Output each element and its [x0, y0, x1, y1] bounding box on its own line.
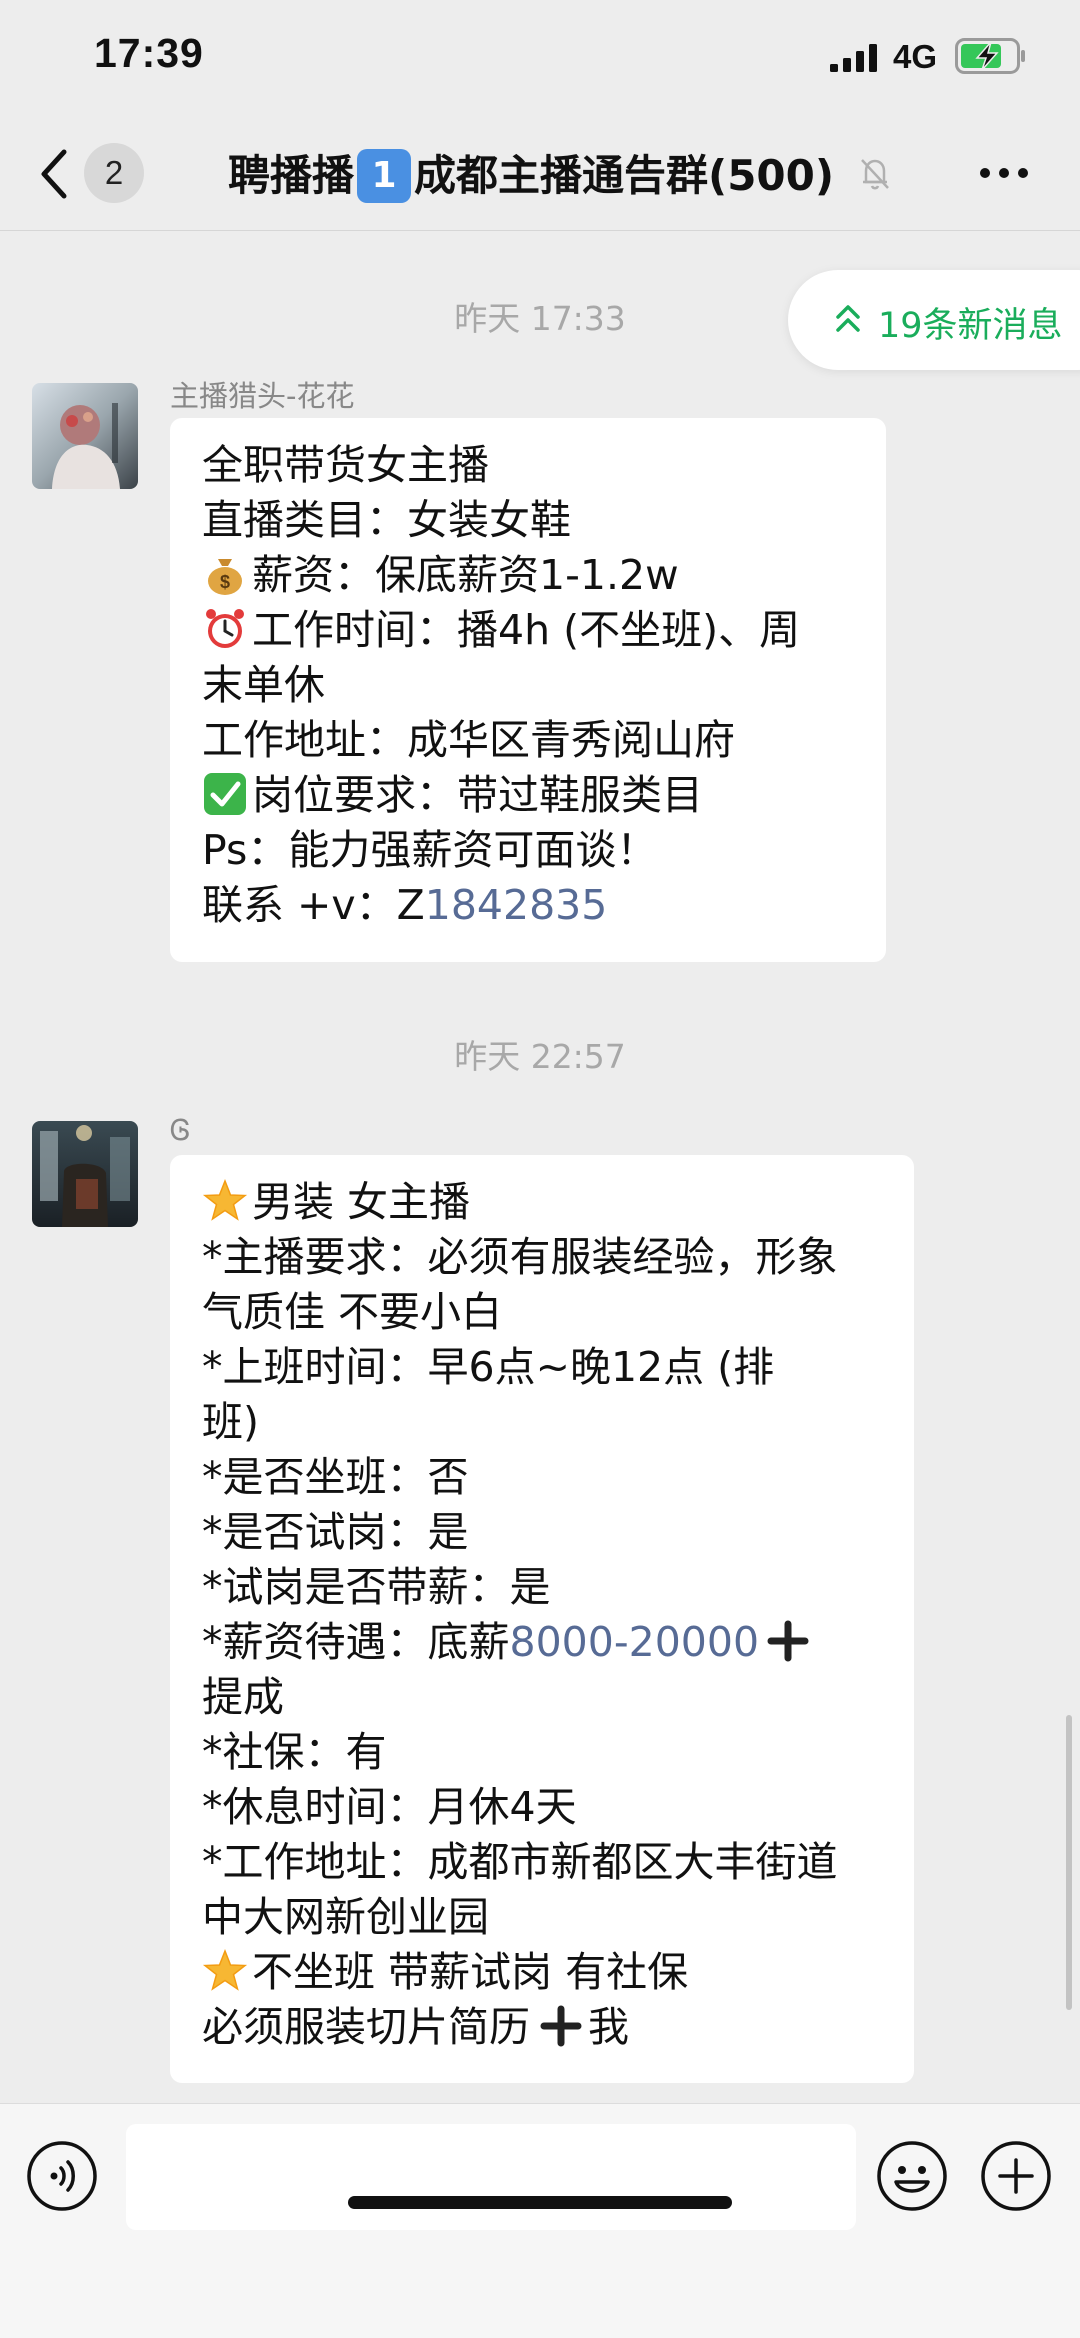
keycap-number-icon: 1 — [357, 148, 412, 203]
message-line: *休息时间：月休4天 — [202, 1783, 577, 1831]
network-type: 4G — [893, 38, 938, 75]
message-line: 中大网新创业园 — [202, 1893, 489, 1941]
timestamp-divider: 昨天 22:57 — [454, 1037, 626, 1076]
status-time: 17:39 — [94, 30, 204, 76]
message-line: 提成 — [202, 1673, 284, 1721]
message-line-suffix: 我 — [588, 2003, 629, 2051]
message-line: 必须服装切片简历 我 — [202, 2000, 882, 2055]
message-line: *试岗是否带薪：是 — [202, 1563, 551, 1611]
message-line-text: 工作时间：播4h (不坐班)、周 — [252, 606, 801, 654]
more-horizontal-icon[interactable] — [978, 166, 1030, 180]
message-line-text: 必须服装切片简历 — [202, 2003, 530, 2051]
message-line-text: 不坐班 带薪试岗 有社保 — [252, 1948, 689, 1996]
message-line: *主播要求：必须有服装经验，形象 — [202, 1233, 838, 1281]
scrollbar[interactable] — [1066, 1715, 1072, 2010]
star-icon — [202, 1178, 248, 1221]
message-line: *社保：有 — [202, 1728, 387, 1776]
message-line: 岗位要求：带过鞋服类目 — [202, 768, 854, 823]
plus-circle-icon[interactable] — [980, 2140, 1052, 2212]
message-line: *是否试岗：是 — [202, 1508, 469, 1556]
message-line: *薪资待遇：底薪8000-20000 — [202, 1615, 882, 1670]
message-bubble[interactable]: 全职带货女主播 直播类目：女装女鞋 $ 薪资：保底薪资1-1.2w 工作时间：播4… — [170, 418, 886, 962]
message-line: *工作地址：成都市新都区大丰街道 — [202, 1838, 838, 1886]
bell-muted-icon — [861, 159, 889, 190]
message-line: 联系 +v：Z1842835 — [202, 878, 854, 933]
message-line-text: 薪资：保底薪资1-1.2w — [252, 551, 679, 599]
input-bar — [0, 2103, 1080, 2338]
check-mark-icon — [204, 773, 246, 815]
message-line: Ps：能力强薪资可面谈！ — [202, 826, 658, 874]
avatar[interactable] — [32, 1121, 138, 1227]
message-line-text: 岗位要求：带过鞋服类目 — [252, 771, 703, 819]
chat-title-prefix: 聘播播 — [228, 151, 355, 200]
message-line-text: 男装 女主播 — [252, 1178, 471, 1226]
message-line: $ 薪资：保底薪资1-1.2w — [202, 548, 854, 603]
contact-prefix: 联系 +v：Z — [202, 881, 425, 929]
home-indicator[interactable] — [348, 2196, 732, 2209]
message-line: 末单休 — [202, 661, 325, 709]
message-line: *是否坐班：否 — [202, 1453, 469, 1501]
avatar[interactable] — [32, 383, 138, 489]
message-line: 工作地址：成华区青秀阅山府 — [202, 716, 735, 764]
battery-charging-icon — [955, 38, 1025, 74]
phone-link[interactable]: 1842835 — [425, 881, 608, 929]
svg-text:$: $ — [220, 572, 230, 592]
chat-title: 聘播播 1 成都主播通告群(500) — [228, 142, 834, 209]
chat-title-suffix: 成都主播通告群(500) — [414, 151, 835, 200]
salary-link[interactable]: 8000-20000 — [510, 1618, 760, 1666]
money-bag-icon: $ — [208, 559, 242, 595]
message-line: 男装 女主播 — [202, 1175, 882, 1230]
message-line: 不坐班 带薪试岗 有社保 — [202, 1945, 882, 2000]
sender-name: Ꮆ — [170, 1113, 191, 1147]
sender-name: 主播猎头-花花 — [170, 379, 355, 413]
message-line: 直播类目：女装女鞋 — [202, 496, 571, 544]
voice-icon[interactable] — [26, 2140, 98, 2212]
new-messages-label: 19条新消息 — [878, 306, 1063, 346]
message-input[interactable] — [126, 2124, 856, 2230]
plus-icon — [540, 2005, 582, 2047]
message-line: 工作时间：播4h (不坐班)、周 — [202, 603, 854, 658]
double-chevron-up-icon — [836, 305, 860, 332]
message-line: 气质佳 不要小白 — [202, 1288, 503, 1336]
message-line: 全职带货女主播 — [202, 441, 489, 489]
chat-header: 2 聘播播 1 成都主播通告群(500) — [0, 118, 1080, 231]
avatar-image — [32, 1121, 138, 1227]
emoji-icon[interactable] — [876, 2140, 948, 2212]
star-icon — [202, 1948, 248, 1991]
new-messages-button[interactable]: 19条新消息 — [788, 270, 1080, 370]
message-line: *上班时间：早6点~晚12点 (排 — [202, 1343, 775, 1391]
message-line: 班) — [202, 1398, 259, 1446]
plus-icon — [767, 1620, 809, 1662]
message-bubble[interactable]: 男装 女主播 *主播要求：必须有服装经验，形象 气质佳 不要小白 *上班时间：早… — [170, 1155, 914, 2083]
alarm-clock-icon — [206, 609, 244, 648]
chevron-left-icon[interactable] — [34, 146, 74, 202]
avatar-image — [32, 383, 138, 489]
salary-prefix: *薪资待遇：底薪 — [202, 1618, 510, 1666]
unread-count-badge[interactable]: 2 — [84, 143, 144, 203]
status-bar: 17:39 4G — [0, 0, 1080, 118]
signal-icon — [830, 44, 877, 72]
